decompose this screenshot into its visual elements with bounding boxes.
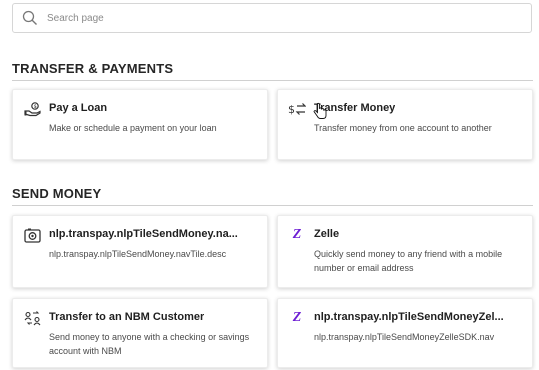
card-send-money-tile[interactable]: nlp.transpay.nlpTileSendMoney.na... nlp.… xyxy=(12,215,268,288)
zelle-icon: Z xyxy=(292,227,302,242)
card-description: Quickly send money to any friend with a … xyxy=(314,249,503,273)
pay-loan-icon: $ xyxy=(23,101,41,117)
card-title: Transfer Money xyxy=(314,102,396,114)
card-title: nlp.transpay.nlpTileSendMoney.na... xyxy=(49,228,238,240)
section-title-send-money: SEND MONEY xyxy=(12,186,533,206)
card-zelle[interactable]: Z Zelle Quickly send money to any friend… xyxy=(277,215,533,288)
send-money-icon xyxy=(23,227,41,243)
card-description: nlp.transpay.nlpTileSendMoney.navTile.de… xyxy=(49,249,227,259)
svg-text:$: $ xyxy=(288,103,295,116)
card-transfer-nbm-customer[interactable]: Transfer to an NBM Customer Send money t… xyxy=(12,298,268,368)
card-description: Make or schedule a payment on your loan xyxy=(49,123,217,133)
card-description: nlp.transpay.nlpTileSendMoneyZelleSDK.na… xyxy=(314,332,495,342)
card-title: Zelle xyxy=(314,228,340,240)
svg-text:$: $ xyxy=(33,104,36,110)
card-transfer-money[interactable]: $ Transfer Money Transfer money from one… xyxy=(277,89,533,160)
transfer-money-icon: $ xyxy=(288,101,306,117)
search-input[interactable] xyxy=(47,4,531,32)
search-bar[interactable] xyxy=(12,3,532,33)
transfer-customer-icon xyxy=(23,310,41,326)
zelle-icon: Z xyxy=(292,310,302,325)
card-title: nlp.transpay.nlpTileSendMoneyZel... xyxy=(314,311,504,323)
card-zelle-sdk[interactable]: Z nlp.transpay.nlpTileSendMoneyZel... nl… xyxy=(277,298,533,368)
card-pay-a-loan[interactable]: $ Pay a Loan Make or schedule a payment … xyxy=(12,89,268,160)
search-icon xyxy=(22,10,38,26)
card-description: Transfer money from one account to anoth… xyxy=(314,123,492,133)
section-title-transfer-payments: TRANSFER & PAYMENTS xyxy=(12,61,533,81)
card-title: Transfer to an NBM Customer xyxy=(49,311,205,323)
card-description: Send money to anyone with a checking or … xyxy=(49,332,250,356)
card-title: Pay a Loan xyxy=(49,102,108,114)
